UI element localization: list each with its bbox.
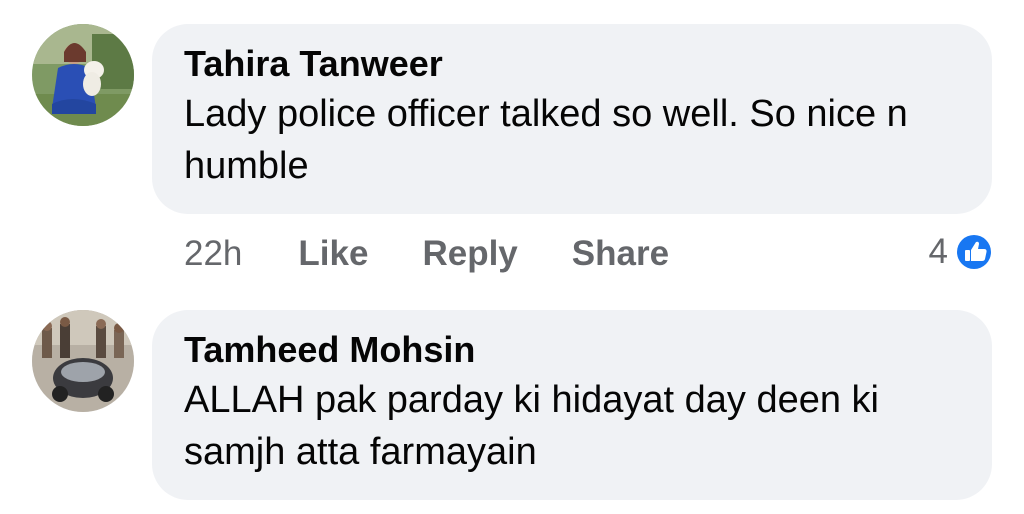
share-button[interactable]: Share [572, 234, 669, 274]
comment-bubble: Tahira Tanweer Lady police officer talke… [152, 24, 992, 214]
reply-button[interactable]: Reply [422, 234, 517, 274]
avatar[interactable] [32, 24, 134, 126]
comment-bubble: Tamheed Mohsin ALLAH pak parday ki hiday… [152, 310, 992, 500]
reaction-summary[interactable]: 4 [929, 230, 994, 274]
profile-photo [32, 310, 134, 412]
comment-author[interactable]: Tamheed Mohsin [184, 328, 960, 372]
avatar[interactable] [32, 310, 134, 412]
comment-text: Lady police officer talked so well. So n… [184, 93, 908, 187]
comment-author[interactable]: Tahira Tanweer [184, 42, 960, 86]
like-reaction-icon [955, 233, 993, 271]
like-button[interactable]: Like [298, 234, 368, 274]
comment-timestamp[interactable]: 22h [184, 234, 242, 274]
profile-photo [32, 24, 134, 126]
comment-actions: 22h Like Reply Share [184, 232, 723, 276]
reaction-count: 4 [928, 232, 948, 271]
comment-text: ALLAH pak parday ki hidayat day deen ki … [184, 379, 879, 473]
